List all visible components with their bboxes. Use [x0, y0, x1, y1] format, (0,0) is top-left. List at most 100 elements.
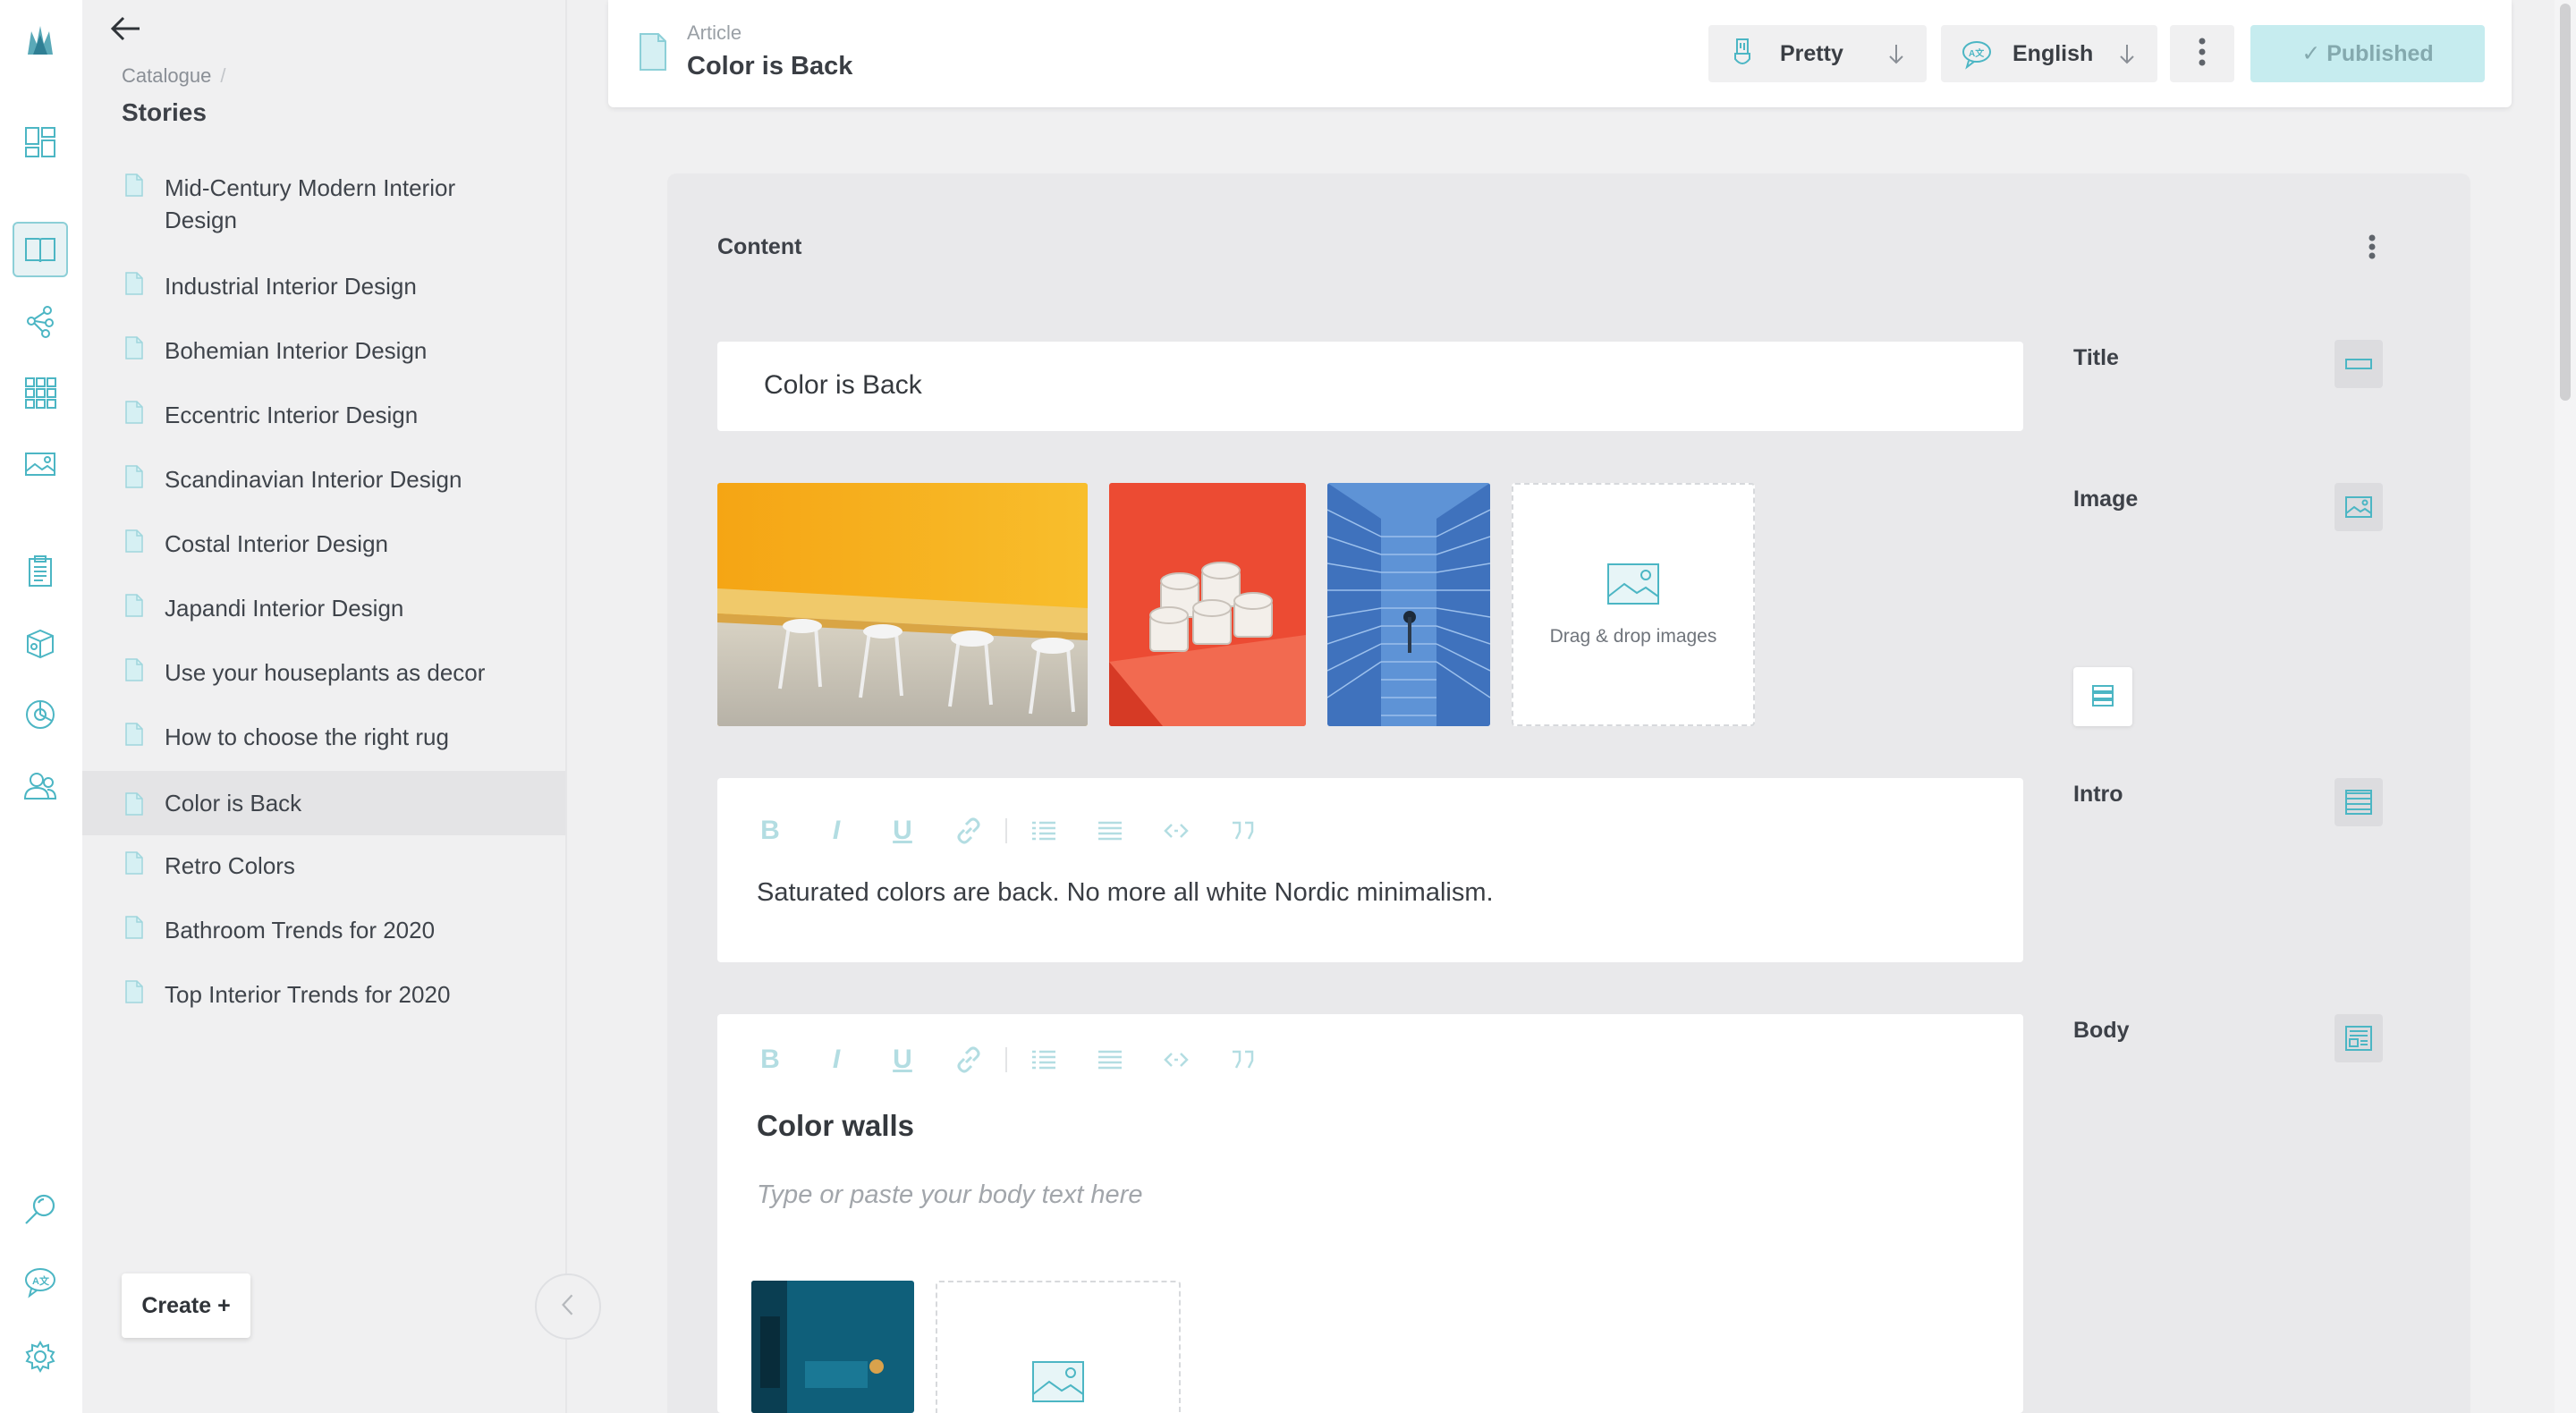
italic-icon[interactable]: I: [823, 1045, 850, 1074]
image-yellow-office[interactable]: [717, 483, 1088, 726]
intro-editor[interactable]: [717, 778, 2023, 962]
body-image-dropzone[interactable]: [936, 1281, 1181, 1413]
svg-text:A文: A文: [1969, 47, 1985, 59]
dashboard-icon[interactable]: [13, 114, 68, 170]
document-icon: [125, 529, 143, 553]
image-dropzone[interactable]: Drag & drop images: [1512, 483, 1755, 726]
story-list-item-label: Bohemian Interior Design: [165, 337, 428, 364]
arrow-down-icon: [2116, 41, 2138, 66]
paragraph-field-icon: [2334, 778, 2383, 826]
document-icon: [125, 401, 143, 424]
document-icon: [125, 916, 143, 939]
story-list-item-label: Color is Back: [165, 790, 302, 816]
bold-icon[interactable]: B: [757, 1045, 784, 1074]
logo-icon[interactable]: [13, 13, 68, 68]
svg-text:A文: A文: [32, 1274, 50, 1287]
story-list-item-label: Costal Interior Design: [165, 530, 388, 557]
story-list-item[interactable]: Use your houseplants as decor: [82, 656, 565, 689]
story-list-item[interactable]: Top Interior Trends for 2020: [82, 978, 565, 1011]
translate-icon[interactable]: A文: [13, 1254, 68, 1309]
link-icon[interactable]: [955, 817, 982, 844]
story-list-item[interactable]: Costal Interior Design: [82, 528, 565, 560]
search-icon[interactable]: [13, 1182, 68, 1238]
users-icon[interactable]: [13, 758, 68, 814]
underline-icon[interactable]: U: [889, 816, 916, 845]
story-list-item-label: Top Interior Trends for 2020: [165, 981, 451, 1008]
document-icon: [125, 594, 143, 617]
more-vertical-icon[interactable]: [2361, 231, 2383, 263]
scrollbar-thumb[interactable]: [2560, 4, 2571, 401]
language-select[interactable]: A文 English: [1941, 25, 2157, 82]
language-select-value: English: [2012, 40, 2094, 66]
body-placeholder[interactable]: Type or paste your body text here: [757, 1180, 1142, 1210]
image-red-toilet-paper[interactable]: [1109, 483, 1306, 726]
story-list-item[interactable]: Bathroom Trends for 2020: [82, 914, 565, 946]
rich-text-field-icon: [2334, 1014, 2383, 1062]
book-icon[interactable]: [13, 222, 68, 277]
create-button[interactable]: Create +: [122, 1273, 250, 1338]
breadcrumb-catalogue[interactable]: Catalogue: [122, 64, 211, 87]
chevron-left-icon: [560, 1292, 576, 1322]
gear-icon[interactable]: [13, 1329, 68, 1384]
quote-icon[interactable]: [1229, 817, 1256, 844]
story-list-item[interactable]: Eccentric Interior Design: [82, 399, 565, 431]
document-icon: [125, 272, 143, 295]
story-list-item[interactable]: How to choose the right rug: [82, 721, 565, 753]
image-icon[interactable]: [13, 436, 68, 492]
quote-icon[interactable]: [1229, 1046, 1256, 1073]
story-list-item-label: How to choose the right rug: [165, 723, 449, 750]
document-icon: [125, 336, 143, 360]
back-arrow-icon[interactable]: [107, 13, 147, 45]
code-icon[interactable]: [1163, 1046, 1190, 1073]
story-list-item[interactable]: Industrial Interior Design: [82, 270, 565, 302]
document-icon: [125, 658, 143, 681]
collapse-sidebar-button[interactable]: [535, 1273, 601, 1340]
underline-icon[interactable]: U: [889, 1045, 916, 1074]
cube-icon[interactable]: [13, 615, 68, 671]
bold-icon[interactable]: B: [757, 816, 784, 845]
story-list-item[interactable]: Japandi Interior Design: [82, 592, 565, 624]
dropzone-label: Drag & drop images: [1549, 625, 1717, 647]
story-list-item[interactable]: Retro Colors: [82, 850, 565, 882]
document-icon: [125, 173, 143, 197]
intro-text[interactable]: Saturated colors are back. No more all w…: [757, 878, 1494, 908]
field-label-title: Title: [2073, 345, 2119, 370]
bullet-list-icon[interactable]: [1030, 817, 1057, 844]
translate-icon: A文: [1961, 38, 1993, 70]
numbered-list-icon[interactable]: [1097, 1046, 1123, 1073]
story-list-item[interactable]: Bohemian Interior Design: [82, 334, 565, 367]
text-field-icon: [2334, 340, 2383, 388]
document-icon: [125, 851, 143, 875]
add-block-button[interactable]: [2073, 667, 2132, 726]
story-list-item[interactable]: Scandinavian Interior Design: [82, 463, 565, 495]
story-list-item[interactable]: Mid-Century Modern Interior Design: [82, 172, 565, 236]
story-list-item[interactable]: Color is Back: [82, 771, 565, 835]
document-icon: [125, 723, 143, 746]
story-list-item-label: Use your houseplants as decor: [165, 659, 486, 686]
image-upload-icon: [1606, 563, 1660, 612]
numbered-list-icon[interactable]: [1097, 817, 1123, 844]
variant-select-value: Pretty: [1780, 40, 1843, 66]
intro-toolbar: B I U: [757, 816, 1295, 845]
variant-select[interactable]: Pretty: [1708, 25, 1927, 82]
more-options-button[interactable]: [2170, 25, 2234, 82]
image-teal-room[interactable]: [751, 1281, 914, 1413]
graph-icon[interactable]: [13, 293, 68, 349]
code-icon[interactable]: [1163, 817, 1190, 844]
link-icon[interactable]: [955, 1046, 982, 1073]
body-heading[interactable]: Color walls: [757, 1109, 914, 1143]
bullet-list-icon[interactable]: [1030, 1046, 1057, 1073]
breadcrumb: Catalogue /: [122, 64, 225, 88]
body-toolbar: B I U: [757, 1045, 1295, 1074]
image-upload-icon: [1031, 1360, 1085, 1409]
story-list-item-label: Retro Colors: [165, 852, 295, 879]
chart-icon[interactable]: [13, 687, 68, 742]
published-button[interactable]: ✓ Published: [2250, 25, 2485, 82]
clipboard-icon[interactable]: [13, 544, 68, 599]
title-input[interactable]: Color is Back: [717, 342, 2023, 431]
document-icon: [125, 980, 143, 1003]
grid-icon[interactable]: [13, 365, 68, 420]
story-list-item-label: Mid-Century Modern Interior Design: [165, 174, 456, 233]
image-blue-tiles[interactable]: [1327, 483, 1490, 726]
italic-icon[interactable]: I: [823, 816, 850, 845]
